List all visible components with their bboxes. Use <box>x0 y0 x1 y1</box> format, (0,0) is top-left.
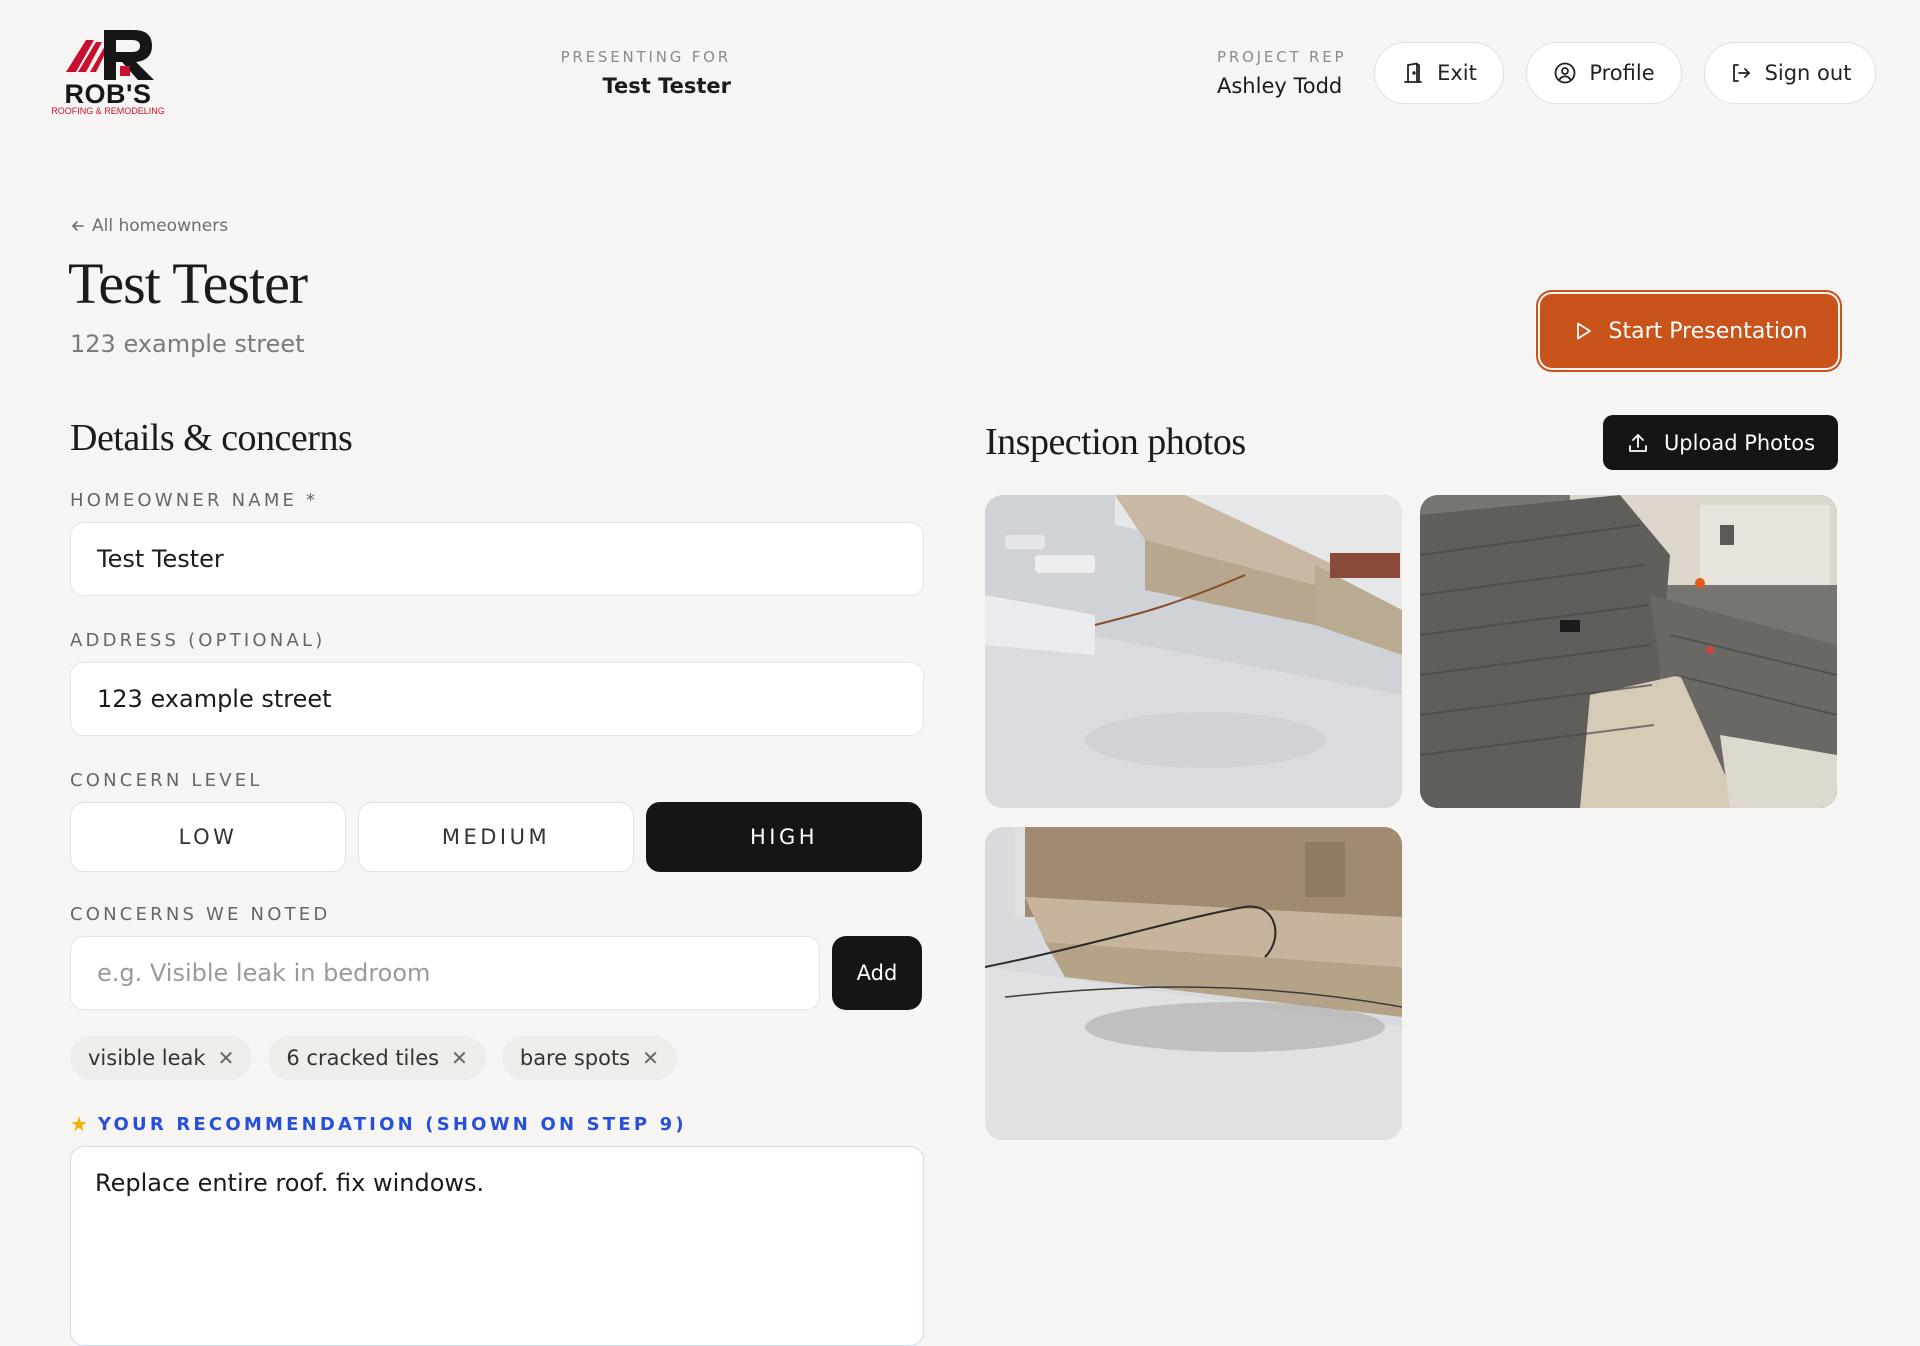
brand-logo: ROB'S ROOFING & REMODELING <box>48 26 168 120</box>
roof-photo-image <box>1420 495 1837 808</box>
close-icon[interactable]: ✕ <box>218 1046 235 1070</box>
profile-label: Profile <box>1589 61 1655 85</box>
concern-level-high[interactable]: HIGH <box>646 802 922 872</box>
page-title: Test Tester <box>68 251 308 316</box>
sign-out-button[interactable]: Sign out <box>1704 42 1876 104</box>
recommendation-label: YOUR RECOMMENDATION (SHOWN ON STEP 9) <box>97 1113 687 1135</box>
profile-button[interactable]: Profile <box>1526 42 1682 104</box>
concern-tag-label: visible leak <box>88 1046 206 1070</box>
inspection-photo[interactable] <box>985 495 1402 808</box>
concern-tag-label: 6 cracked tiles <box>286 1046 440 1070</box>
project-rep-value: Ashley Todd <box>1217 74 1343 98</box>
concern-tags: visible leak ✕ 6 cracked tiles ✕ bare sp… <box>70 1036 677 1080</box>
concern-level-low[interactable]: LOW <box>70 802 346 872</box>
upload-photos-label: Upload Photos <box>1663 430 1816 455</box>
log-out-icon <box>1732 64 1750 82</box>
back-link-label: All homeowners <box>92 216 229 236</box>
concern-level-label: CONCERN LEVEL <box>70 770 263 791</box>
concern-tag: bare spots ✕ <box>501 1036 677 1080</box>
presenting-for-value: Test Tester <box>602 74 731 98</box>
arrow-left-icon <box>72 221 84 231</box>
address-field[interactable]: 123 example street <box>70 662 924 736</box>
door-icon <box>1404 62 1423 83</box>
address-label: ADDRESS (OPTIONAL) <box>70 630 326 651</box>
play-icon <box>1576 322 1591 340</box>
sign-out-label: Sign out <box>1764 61 1852 85</box>
recommendation-textarea[interactable]: Replace entire roof. fix windows. <box>70 1146 924 1346</box>
start-presentation-label: Start Presentation <box>1608 318 1808 344</box>
details-section-title: Details & concerns <box>70 417 353 459</box>
exit-label: Exit <box>1437 61 1477 85</box>
homeowner-name-field[interactable]: Test Tester <box>70 522 924 596</box>
photos-section-title: Inspection photos <box>985 421 1246 463</box>
user-circle-icon <box>1554 62 1576 84</box>
recommendation-label-row: ★ YOUR RECOMMENDATION (SHOWN ON STEP 9) <box>70 1112 687 1136</box>
roof-photo-image <box>985 827 1402 1140</box>
exit-button[interactable]: Exit <box>1374 42 1504 104</box>
address-value: 123 example street <box>97 685 332 713</box>
star-icon: ★ <box>70 1112 88 1136</box>
project-rep: PROJECT REP Ashley Todd <box>1217 48 1346 98</box>
roof-r-logo-icon <box>66 30 154 80</box>
presenting-for-label: PRESENTING FOR <box>560 48 731 66</box>
recommendation-value: Replace entire roof. fix windows. <box>95 1169 485 1197</box>
homeowner-name-label: HOMEOWNER NAME * <box>70 490 319 511</box>
back-link[interactable]: All homeowners <box>70 216 228 236</box>
upload-photos-button[interactable]: Upload Photos <box>1603 415 1838 470</box>
concern-tag: 6 cracked tiles ✕ <box>268 1036 486 1080</box>
upload-icon <box>1629 433 1647 452</box>
concern-tag-label: bare spots <box>519 1046 631 1070</box>
concern-level-medium[interactable]: MEDIUM <box>358 802 634 872</box>
close-icon[interactable]: ✕ <box>451 1046 468 1070</box>
roof-photo-image <box>985 495 1402 808</box>
project-rep-label: PROJECT REP <box>1217 48 1347 66</box>
brand-tagline: ROOFING & REMODELING <box>51 106 165 116</box>
concerns-label: CONCERNS WE NOTED <box>70 904 331 925</box>
inspection-photo[interactable] <box>985 827 1402 1140</box>
concern-tag: visible leak ✕ <box>70 1036 253 1080</box>
inspection-photo[interactable] <box>1420 495 1837 808</box>
presenting-for: PRESENTING FOR Test Tester <box>561 48 731 98</box>
concern-input[interactable] <box>70 936 820 1010</box>
add-concern-button[interactable]: Add <box>832 936 922 1010</box>
homeowner-name-value: Test Tester <box>97 545 224 573</box>
close-icon[interactable]: ✕ <box>642 1046 659 1070</box>
start-presentation-button[interactable]: Start Presentation <box>1540 294 1838 368</box>
page-subtitle-address: 123 example street <box>70 330 305 358</box>
